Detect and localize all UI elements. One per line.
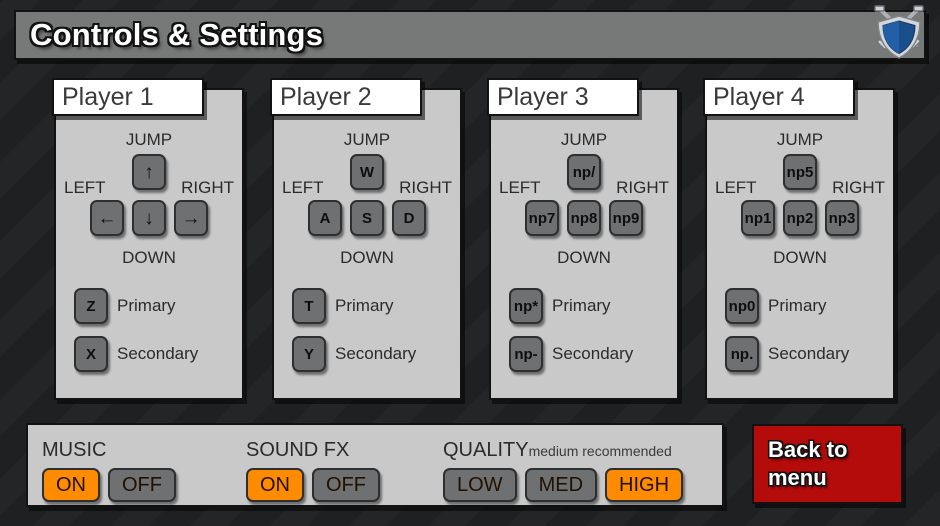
down-label: DOWN [557, 248, 611, 268]
quality-recommendation: medium recommended [529, 443, 672, 459]
player-panel-4: Player 4 JUMP LEFT RIGHT DOWN np5 np1 np… [705, 88, 895, 400]
action-row-secondary: X Secondary [74, 336, 260, 372]
music-options: ON OFF [42, 468, 176, 502]
title-bar: Controls & Settings [14, 10, 926, 60]
player-tab-label: Player 2 [280, 83, 372, 112]
player-tab-label: Player 4 [713, 83, 805, 112]
player-tab-1: Player 1 [52, 78, 204, 116]
action-list-3: np* Primary np- Secondary [509, 288, 695, 384]
action-label-primary: Primary [768, 296, 827, 316]
back-to-menu-button[interactable]: Back to menu [752, 424, 903, 504]
music-on-button[interactable]: ON [42, 468, 100, 502]
key-down[interactable]: ↓ [132, 200, 166, 236]
player-panel-2: Player 2 JUMP LEFT RIGHT DOWN W A S D T … [272, 88, 462, 400]
key-secondary[interactable]: Y [292, 336, 326, 372]
action-row-secondary: np- Secondary [509, 336, 695, 372]
key-primary[interactable]: np0 [725, 288, 759, 324]
key-down[interactable]: np2 [783, 200, 817, 236]
action-row-primary: np0 Primary [725, 288, 911, 324]
key-down[interactable]: S [350, 200, 384, 236]
dpad-1: JUMP LEFT RIGHT DOWN ↑ ← ↓ → [56, 130, 242, 270]
player-tab-label: Player 3 [497, 83, 589, 112]
left-label: LEFT [715, 178, 757, 198]
left-label: LEFT [499, 178, 541, 198]
page-title: Controls & Settings [30, 17, 323, 53]
key-right[interactable]: np3 [825, 200, 859, 236]
back-to-menu-label: Back to menu [768, 436, 901, 492]
player-tab-2: Player 2 [270, 78, 422, 116]
action-row-secondary: Y Secondary [292, 336, 478, 372]
action-row-secondary: np. Secondary [725, 336, 911, 372]
quality-high-button[interactable]: HIGH [605, 468, 683, 502]
left-label: LEFT [64, 178, 106, 198]
action-row-primary: np* Primary [509, 288, 695, 324]
music-label: MUSIC [42, 439, 176, 462]
quality-med-button[interactable]: MED [525, 468, 597, 502]
action-row-primary: T Primary [292, 288, 478, 324]
action-label-secondary: Secondary [552, 344, 633, 364]
sound-fx-on-button[interactable]: ON [246, 468, 304, 502]
dpad-2: JUMP LEFT RIGHT DOWN W A S D [274, 130, 460, 270]
action-list-4: np0 Primary np. Secondary [725, 288, 911, 384]
player-tab-label: Player 1 [62, 83, 154, 112]
down-label: DOWN [122, 248, 176, 268]
quality-options: LOW MED HIGH [443, 468, 683, 502]
sound-fx-off-button[interactable]: OFF [312, 468, 380, 502]
key-jump[interactable]: W [350, 154, 384, 190]
key-right[interactable]: → [174, 200, 208, 236]
settings-bar: MUSIC ON OFF SOUND FX ON OFF QUALITY med… [26, 423, 724, 507]
key-jump[interactable]: np/ [567, 154, 601, 190]
action-label-secondary: Secondary [768, 344, 849, 364]
player-tab-3: Player 3 [487, 78, 639, 116]
right-label: RIGHT [181, 178, 234, 198]
player-panel-1: Player 1 JUMP LEFT RIGHT DOWN ↑ ← ↓ → Z … [54, 88, 244, 400]
action-label-primary: Primary [552, 296, 611, 316]
key-jump[interactable]: np5 [783, 154, 817, 190]
key-secondary[interactable]: X [74, 336, 108, 372]
dpad-4: JUMP LEFT RIGHT DOWN np5 np1 np2 np3 [707, 130, 893, 270]
action-label-secondary: Secondary [117, 344, 198, 364]
key-down[interactable]: np8 [567, 200, 601, 236]
music-off-button[interactable]: OFF [108, 468, 176, 502]
action-row-primary: Z Primary [74, 288, 260, 324]
key-right[interactable]: D [392, 200, 426, 236]
right-label: RIGHT [399, 178, 452, 198]
jump-label: JUMP [344, 130, 390, 150]
jump-label: JUMP [126, 130, 172, 150]
action-list-1: Z Primary X Secondary [74, 288, 260, 384]
jump-label: JUMP [561, 130, 607, 150]
jump-label: JUMP [777, 130, 823, 150]
key-left[interactable]: A [308, 200, 342, 236]
action-label-primary: Primary [335, 296, 394, 316]
sound-fx-options: ON OFF [246, 468, 380, 502]
player-panel-3: Player 3 JUMP LEFT RIGHT DOWN np/ np7 np… [489, 88, 679, 400]
key-left[interactable]: np7 [525, 200, 559, 236]
setting-group-quality: QUALITY medium recommended LOW MED HIGH [443, 439, 683, 502]
left-label: LEFT [282, 178, 324, 198]
right-label: RIGHT [832, 178, 885, 198]
sound-fx-label: SOUND FX [246, 439, 380, 462]
action-list-2: T Primary Y Secondary [292, 288, 478, 384]
setting-group-music: MUSIC ON OFF [42, 439, 176, 502]
dpad-3: JUMP LEFT RIGHT DOWN np/ np7 np8 np9 [491, 130, 677, 270]
action-label-primary: Primary [117, 296, 176, 316]
shield-swords-icon [866, 0, 932, 64]
right-label: RIGHT [616, 178, 669, 198]
key-right[interactable]: np9 [609, 200, 643, 236]
action-label-secondary: Secondary [335, 344, 416, 364]
key-primary[interactable]: T [292, 288, 326, 324]
key-secondary[interactable]: np. [725, 336, 759, 372]
key-primary[interactable]: Z [74, 288, 108, 324]
player-tab-4: Player 4 [703, 78, 855, 116]
key-primary[interactable]: np* [509, 288, 543, 324]
key-left[interactable]: np1 [741, 200, 775, 236]
quality-low-button[interactable]: LOW [443, 468, 517, 502]
key-jump[interactable]: ↑ [132, 154, 166, 190]
setting-group-sound-fx: SOUND FX ON OFF [246, 439, 380, 502]
key-secondary[interactable]: np- [509, 336, 543, 372]
down-label: DOWN [340, 248, 394, 268]
key-left[interactable]: ← [90, 200, 124, 236]
quality-label: QUALITY [443, 439, 529, 462]
down-label: DOWN [773, 248, 827, 268]
